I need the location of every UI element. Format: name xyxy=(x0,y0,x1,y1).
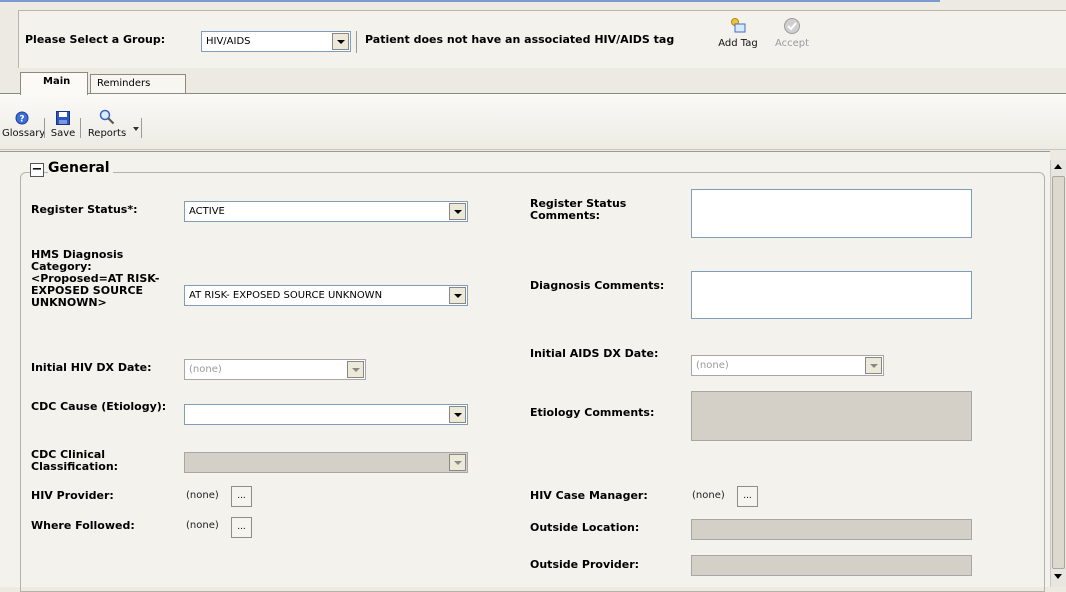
outside-location-label: Outside Location: xyxy=(530,521,640,534)
register-status-select[interactable]: ACTIVE xyxy=(184,201,468,222)
add-tag-icon xyxy=(731,18,746,33)
accept-button[interactable]: Accept xyxy=(767,17,817,49)
glossary-label: Glossary xyxy=(2,128,46,139)
cdc-clinical-select[interactable] xyxy=(184,452,468,473)
accept-label: Accept xyxy=(774,38,810,49)
chevron-down-icon[interactable] xyxy=(865,357,882,374)
where-followed-lookup-button[interactable]: ... xyxy=(231,517,252,538)
where-followed-label: Where Followed: xyxy=(31,519,135,532)
toolbar-divider xyxy=(44,118,45,138)
hms-diagnosis-select[interactable]: AT RISK- EXPOSED SOURCE UNKNOWN xyxy=(184,285,468,306)
hms-diagnosis-value: AT RISK- EXPOSED SOURCE UNKNOWN xyxy=(189,290,383,301)
group-select-value: HIV/AIDS xyxy=(206,36,251,47)
cdc-clinical-label: CDC Clinical Classification: xyxy=(31,448,119,473)
hiv-case-manager-label: HIV Case Manager: xyxy=(530,489,648,502)
register-status-comments-field[interactable] xyxy=(691,189,972,238)
floppy-disk-icon xyxy=(56,111,70,125)
hiv-provider-lookup-button[interactable]: ... xyxy=(231,486,252,507)
diagnosis-comments-label: Diagnosis Comments: xyxy=(530,279,665,292)
cdc-cause-select[interactable] xyxy=(184,404,468,425)
add-tag-button[interactable]: Add Tag xyxy=(713,17,763,49)
glossary-button[interactable]: ? Glossary xyxy=(2,111,46,139)
section-title-wrap: General xyxy=(48,160,113,176)
chevron-down-icon[interactable] xyxy=(449,454,466,471)
save-button[interactable]: Save xyxy=(48,111,78,139)
chevron-down-icon[interactable] xyxy=(332,33,349,50)
hiv-case-manager-value: (none) xyxy=(692,490,725,501)
collapse-section-button[interactable]: − xyxy=(30,163,44,177)
chevron-down-icon[interactable] xyxy=(449,406,466,423)
outside-provider-field[interactable] xyxy=(691,555,972,576)
chevron-down-icon[interactable] xyxy=(449,287,466,304)
tab-reminders-label: Reminders xyxy=(97,78,151,89)
register-status-value: ACTIVE xyxy=(189,206,225,217)
scroll-down-icon[interactable] xyxy=(1054,574,1062,579)
tab-strip: Main Reminders xyxy=(0,72,1066,95)
scroll-up-icon[interactable] xyxy=(1054,164,1062,169)
initial-hiv-dx-date-label: Initial HIV DX Date: xyxy=(31,361,152,374)
etiology-comments-field[interactable] xyxy=(691,391,972,441)
checkmark-icon xyxy=(784,18,800,34)
divider xyxy=(356,31,357,53)
scrollbar-thumb[interactable] xyxy=(1052,176,1065,569)
register-status-comments-label: Register Status Comments: xyxy=(530,197,627,222)
outside-location-field[interactable] xyxy=(691,519,972,540)
tab-main-label: Main xyxy=(43,76,71,87)
hms-diagnosis-label: HMS Diagnosis Category: <Proposed=AT RIS… xyxy=(31,248,160,309)
initial-hiv-dx-date-value: (none) xyxy=(189,364,222,375)
section-title: General xyxy=(48,160,110,176)
initial-hiv-dx-date-picker[interactable]: (none) xyxy=(184,359,366,380)
hiv-provider-label: HIV Provider: xyxy=(31,489,114,502)
add-tag-label: Add Tag xyxy=(718,38,758,49)
hiv-provider-value: (none) xyxy=(186,490,219,501)
initial-aids-dx-date-label: Initial AIDS DX Date: xyxy=(530,347,659,360)
chevron-down-icon[interactable] xyxy=(449,203,466,220)
save-label: Save xyxy=(50,128,76,139)
help-icon: ? xyxy=(15,111,29,125)
reports-label: Reports xyxy=(87,128,127,139)
toolbar-divider xyxy=(80,118,81,138)
initial-aids-dx-date-picker[interactable]: (none) xyxy=(691,355,884,376)
magnifier-icon xyxy=(99,109,115,125)
chevron-down-icon[interactable] xyxy=(347,361,364,378)
group-select[interactable]: HIV/AIDS xyxy=(201,31,351,52)
group-bar: Please Select a Group: HIV/AIDS Patient … xyxy=(18,10,1066,68)
outside-provider-label: Outside Provider: xyxy=(530,558,640,571)
group-select-label: Please Select a Group: xyxy=(25,33,166,46)
register-status-label: Register Status*: xyxy=(31,203,138,216)
window-top-edge xyxy=(0,0,940,2)
svg-text:?: ? xyxy=(19,115,24,125)
tab-main[interactable]: Main xyxy=(20,72,88,95)
toolbar: ? Glossary Save Reports xyxy=(0,94,1066,150)
where-followed-value: (none) xyxy=(186,520,219,531)
reports-dropdown-arrow-icon[interactable] xyxy=(133,127,139,131)
reports-button[interactable]: Reports xyxy=(83,109,131,139)
cdc-cause-label: CDC Cause (Etiology): xyxy=(31,400,167,413)
diagnosis-comments-field[interactable] xyxy=(691,271,972,319)
etiology-comments-label: Etiology Comments: xyxy=(530,406,655,419)
tab-reminders[interactable]: Reminders xyxy=(90,74,186,94)
toolbar-divider xyxy=(141,118,142,138)
hiv-case-manager-lookup-button[interactable]: ... xyxy=(737,486,758,507)
tag-status-message: Patient does not have an associated HIV/… xyxy=(365,33,675,46)
initial-aids-dx-date-value: (none) xyxy=(696,360,729,371)
